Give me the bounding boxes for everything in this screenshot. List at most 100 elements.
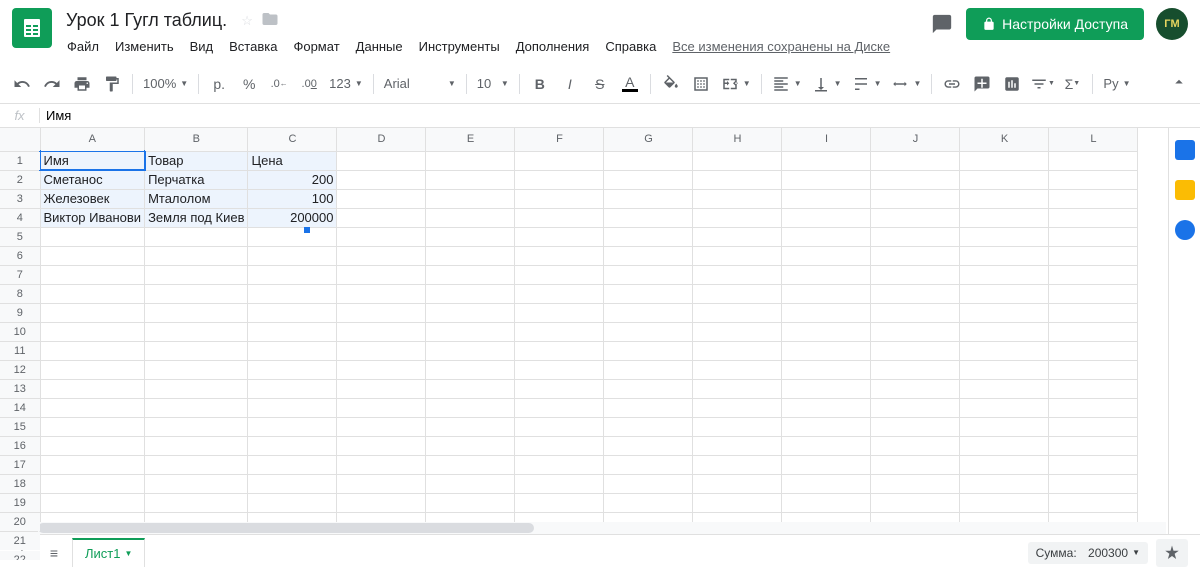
col-header[interactable]: A xyxy=(40,128,145,151)
comments-icon[interactable] xyxy=(930,12,954,36)
formula-bar[interactable] xyxy=(40,106,1200,125)
cell-H1[interactable] xyxy=(693,151,782,170)
paint-format-icon[interactable] xyxy=(98,70,126,98)
text-color-icon[interactable]: A xyxy=(616,70,644,98)
functions-icon[interactable]: Σ▼ xyxy=(1058,70,1086,98)
cell-D5[interactable] xyxy=(337,227,426,246)
menu-tools[interactable]: Инструменты xyxy=(412,35,507,58)
cell-D8[interactable] xyxy=(337,284,426,303)
cell-K18[interactable] xyxy=(960,474,1049,493)
percent-format[interactable]: % xyxy=(235,70,263,98)
cell-K13[interactable] xyxy=(960,379,1049,398)
cell-E15[interactable] xyxy=(426,417,515,436)
cell-B4[interactable]: Земля под Киев xyxy=(145,208,248,227)
insert-link-icon[interactable] xyxy=(938,70,966,98)
cell-G13[interactable] xyxy=(604,379,693,398)
cell-L1[interactable] xyxy=(1049,151,1138,170)
cell-D10[interactable] xyxy=(337,322,426,341)
cell-I7[interactable] xyxy=(782,265,871,284)
cell-L5[interactable] xyxy=(1049,227,1138,246)
cell-A15[interactable] xyxy=(40,417,145,436)
cell-I16[interactable] xyxy=(782,436,871,455)
cell-H14[interactable] xyxy=(693,398,782,417)
cell-H11[interactable] xyxy=(693,341,782,360)
cell-D4[interactable] xyxy=(337,208,426,227)
cell-J5[interactable] xyxy=(871,227,960,246)
cell-E10[interactable] xyxy=(426,322,515,341)
menu-format[interactable]: Формат xyxy=(286,35,346,58)
cell-G10[interactable] xyxy=(604,322,693,341)
cell-F13[interactable] xyxy=(515,379,604,398)
move-folder-icon[interactable] xyxy=(261,10,279,31)
row-header[interactable]: 21 xyxy=(0,531,40,550)
cell-E13[interactable] xyxy=(426,379,515,398)
cell-H13[interactable] xyxy=(693,379,782,398)
cell-G18[interactable] xyxy=(604,474,693,493)
keep-icon[interactable] xyxy=(1175,180,1195,200)
row-header[interactable]: 4 xyxy=(0,208,40,227)
cell-L4[interactable] xyxy=(1049,208,1138,227)
cell-C10[interactable] xyxy=(248,322,337,341)
cell-I5[interactable] xyxy=(782,227,871,246)
cell-E6[interactable] xyxy=(426,246,515,265)
col-header[interactable]: I xyxy=(782,128,871,151)
cell-L18[interactable] xyxy=(1049,474,1138,493)
cell-G17[interactable] xyxy=(604,455,693,474)
cell-J16[interactable] xyxy=(871,436,960,455)
cell-G4[interactable] xyxy=(604,208,693,227)
cell-H2[interactable] xyxy=(693,170,782,189)
cell-F6[interactable] xyxy=(515,246,604,265)
cell-E4[interactable] xyxy=(426,208,515,227)
cell-A14[interactable] xyxy=(40,398,145,417)
cell-H16[interactable] xyxy=(693,436,782,455)
cell-F3[interactable] xyxy=(515,189,604,208)
menu-insert[interactable]: Вставка xyxy=(222,35,284,58)
print-icon[interactable] xyxy=(68,70,96,98)
cell-F11[interactable] xyxy=(515,341,604,360)
cell-F4[interactable] xyxy=(515,208,604,227)
cell-I1[interactable] xyxy=(782,151,871,170)
bold-icon[interactable]: B xyxy=(526,70,554,98)
cell-I3[interactable] xyxy=(782,189,871,208)
increase-decimal[interactable]: .00 xyxy=(295,70,323,98)
cell-E14[interactable] xyxy=(426,398,515,417)
input-method[interactable]: Ру▼ xyxy=(1099,70,1134,98)
menu-edit[interactable]: Изменить xyxy=(108,35,181,58)
cell-I15[interactable] xyxy=(782,417,871,436)
cell-F1[interactable] xyxy=(515,151,604,170)
col-header[interactable]: E xyxy=(426,128,515,151)
col-header[interactable]: C xyxy=(248,128,337,151)
cell-L2[interactable] xyxy=(1049,170,1138,189)
cell-C2[interactable]: 200 xyxy=(248,170,337,189)
cell-D9[interactable] xyxy=(337,303,426,322)
cell-H7[interactable] xyxy=(693,265,782,284)
cell-I2[interactable] xyxy=(782,170,871,189)
cell-J6[interactable] xyxy=(871,246,960,265)
cell-I9[interactable] xyxy=(782,303,871,322)
cell-L3[interactable] xyxy=(1049,189,1138,208)
cell-L11[interactable] xyxy=(1049,341,1138,360)
row-header[interactable]: 1 xyxy=(0,151,40,170)
cell-K15[interactable] xyxy=(960,417,1049,436)
cell-F12[interactable] xyxy=(515,360,604,379)
row-header[interactable]: 11 xyxy=(0,341,40,360)
cell-H12[interactable] xyxy=(693,360,782,379)
borders-icon[interactable] xyxy=(687,70,715,98)
save-status[interactable]: Все изменения сохранены на Диске xyxy=(665,35,897,58)
cell-C4[interactable]: 200000 xyxy=(248,208,337,227)
cell-D11[interactable] xyxy=(337,341,426,360)
cell-E11[interactable] xyxy=(426,341,515,360)
cell-G9[interactable] xyxy=(604,303,693,322)
row-header[interactable]: 12 xyxy=(0,360,40,379)
cell-C12[interactable] xyxy=(248,360,337,379)
cell-D2[interactable] xyxy=(337,170,426,189)
cell-G5[interactable] xyxy=(604,227,693,246)
col-header[interactable]: D xyxy=(337,128,426,151)
cell-K12[interactable] xyxy=(960,360,1049,379)
cell-L9[interactable] xyxy=(1049,303,1138,322)
cell-F10[interactable] xyxy=(515,322,604,341)
cell-B17[interactable] xyxy=(145,455,248,474)
cell-L7[interactable] xyxy=(1049,265,1138,284)
cell-F19[interactable] xyxy=(515,493,604,512)
cell-K19[interactable] xyxy=(960,493,1049,512)
